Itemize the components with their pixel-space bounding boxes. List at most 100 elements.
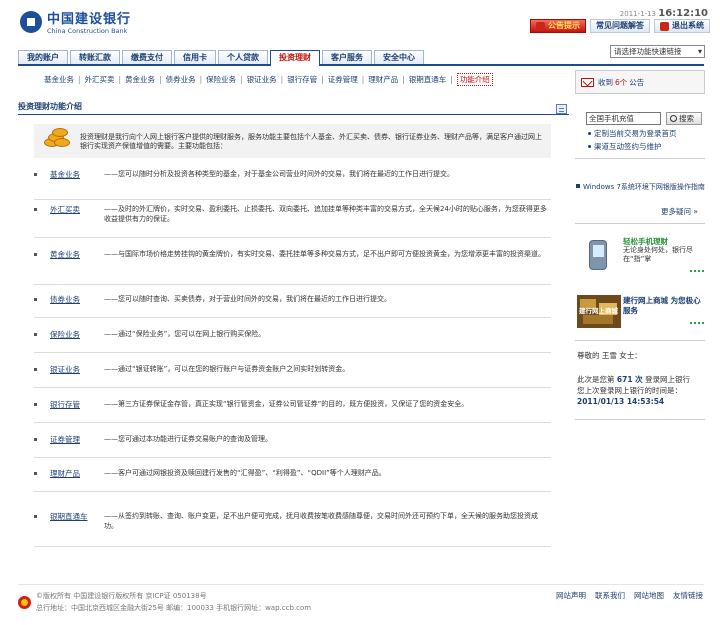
subnav-bank-securities[interactable]: 银证业务 bbox=[247, 74, 277, 85]
main-nav: 我的账户 转账汇款 缴费支付 信用卡 个人贷款 投资理财 客户服务 安全中心 bbox=[18, 50, 704, 66]
service-link-futures[interactable]: 银期直通车 bbox=[50, 511, 88, 522]
subnav-intro[interactable]: 功能介绍 bbox=[456, 73, 493, 86]
footer-link-statement[interactable]: 网站声明 bbox=[556, 590, 586, 601]
service-link-gold[interactable]: 黄金业务 bbox=[50, 249, 80, 260]
sub-nav: 基金业务 | 外汇买卖 | 黄金业务 | 债券业务 | 保险业务 | 银证业务 | 银行存管… bbox=[44, 73, 493, 86]
subnav-wealth-products[interactable]: 理财产品 bbox=[368, 74, 398, 85]
search-input[interactable]: 全国手机充值 bbox=[586, 112, 661, 125]
notice-box[interactable]: 收到 6个 公告 bbox=[575, 70, 705, 94]
tab-personal-loan[interactable]: 个人贷款 bbox=[218, 50, 268, 64]
service-link-bond[interactable]: 债券业务 bbox=[50, 294, 80, 305]
service-desc: ——您可以随时查询、买卖债券，对于营业时间外的交易，我们将在最近的工作日进行提交… bbox=[104, 295, 391, 303]
footer-link-sitemap[interactable]: 网站地图 bbox=[634, 590, 664, 601]
footer-link-friends[interactable]: 友情链接 bbox=[673, 590, 703, 601]
list-item: 理财产品 ——客户可通过网银投资及赎回建行发售的“汇得盈”、“利得盈”、“QDI… bbox=[34, 468, 551, 492]
service-desc: ——第三方证券保证金存管，真正实现“银行管资金，证券公司管证券”的目的，既方便投… bbox=[104, 400, 469, 408]
service-desc: ——您可以随时分析及投资各种类型的基金，对于基金公司营业时间外的交易，我们将在最… bbox=[104, 170, 454, 178]
police-emblem-icon[interactable] bbox=[18, 596, 31, 609]
service-link-bank-securities[interactable]: 银证业务 bbox=[50, 364, 80, 375]
service-link-wealth-products[interactable]: 理财产品 bbox=[50, 468, 80, 479]
subnav-sep: | bbox=[280, 75, 284, 84]
service-desc: ——及时的外汇牌价，实时交易、盈利委托、止损委托、双向委托、追加挂单等种类丰富的… bbox=[104, 205, 547, 223]
subnav-sep: | bbox=[402, 75, 405, 84]
list-item: 证券管理 ——您可通过本功能进行证券交易账户的查询及管理。 bbox=[34, 434, 551, 458]
date: 2011-1-13 bbox=[619, 10, 657, 18]
bullet-icon bbox=[34, 403, 37, 406]
service-desc: ——通过“保险业务”，您可以在网上银行购买保险。 bbox=[104, 330, 266, 338]
time: 16:12:10 bbox=[658, 8, 708, 19]
service-desc: ——通过“银证转账”，可以在您的银行账户与证券资金账户之间实时划转资金。 bbox=[104, 365, 350, 373]
exit-icon bbox=[660, 21, 669, 31]
search-button[interactable]: 搜索 bbox=[666, 112, 702, 125]
login-prefix: 此次是您第 bbox=[577, 375, 615, 384]
promo-desc: 无论身处何处，银行尽在“指”掌 bbox=[623, 246, 693, 263]
subnav-gold[interactable]: 黄金业务 bbox=[125, 74, 155, 85]
service-link-forex[interactable]: 外汇买卖 bbox=[50, 204, 80, 215]
last-login-label: 您上次登录网上银行的时间是： bbox=[577, 386, 682, 395]
tab-transfer[interactable]: 转账汇款 bbox=[70, 50, 120, 64]
divider bbox=[575, 340, 705, 341]
tab-my-account[interactable]: 我的账户 bbox=[18, 50, 68, 64]
print-icon[interactable] bbox=[556, 104, 567, 114]
logout-button[interactable]: 退出系统 bbox=[654, 19, 710, 33]
list-item: 基金业务 ——您可以随时分析及投资各种类型的基金，对于基金公司营业时间外的交易，… bbox=[34, 169, 551, 200]
subnav-fund[interactable]: 基金业务 bbox=[44, 74, 74, 85]
set-homepage-link[interactable]: 定制当前交易为登录首页 bbox=[588, 128, 677, 139]
bullet-icon bbox=[34, 253, 37, 256]
more-faq-link[interactable]: 更多疑问 » bbox=[661, 206, 698, 217]
footer-link-contact[interactable]: 联系我们 bbox=[595, 590, 625, 601]
mail-icon bbox=[581, 77, 594, 87]
subnav-bond[interactable]: 债券业务 bbox=[166, 74, 196, 85]
news-text: Windows 7系统环境下网银版操作指南 bbox=[583, 183, 705, 191]
channel-signing-link[interactable]: 渠道互动签约与维护 bbox=[588, 141, 662, 152]
logo-en: China Construction Bank bbox=[47, 27, 128, 35]
subnav-sep: | bbox=[159, 75, 162, 84]
online-mall-promo[interactable]: 建行网上商城 建行网上商城 为您极心服务 bbox=[575, 294, 705, 336]
subnav-custody[interactable]: 银行存管 bbox=[287, 74, 317, 85]
list-item: 黄金业务 ——与国际市场价格走势挂钩的黄金牌价，有实时交易、委托挂单等多种交易方… bbox=[34, 249, 551, 285]
bullet-icon bbox=[34, 438, 37, 441]
mobile-phone-icon bbox=[577, 237, 619, 273]
subnav-forex[interactable]: 外汇买卖 bbox=[85, 74, 115, 85]
tab-credit-card[interactable]: 信用卡 bbox=[174, 50, 216, 64]
list-item: 外汇买卖 ——及时的外汇牌价，实时交易、盈利委托、止损委托、双向委托、追加挂单等… bbox=[34, 204, 551, 238]
search-icon bbox=[670, 115, 677, 122]
logo-text: 中国建设银行 China Construction Bank bbox=[47, 8, 131, 35]
more-label: 更多疑问 bbox=[661, 207, 691, 216]
tab-security-center[interactable]: 安全中心 bbox=[374, 50, 424, 64]
mobile-banking-promo[interactable]: 轻松手机理财 无论身处何处，银行尽在“指”掌 bbox=[575, 234, 705, 276]
faq-button[interactable]: 常见问题解答 bbox=[590, 19, 650, 33]
news-link[interactable]: Windows 7系统环境下网银版操作指南 bbox=[576, 182, 705, 192]
footer-links: 网站声明 联系我们 网站地图 友情链接 bbox=[556, 590, 703, 601]
subnav-futures[interactable]: 银期直通车 bbox=[409, 74, 447, 85]
bullet-icon bbox=[588, 145, 591, 148]
ccb-logo[interactable]: 中国建设银行 China Construction Bank bbox=[20, 8, 131, 35]
divider bbox=[575, 223, 705, 224]
subnav-sep: | bbox=[240, 75, 243, 84]
service-desc: ——从签约到转账、查询、账户变更，足不出户便可完成，抚月收费按笔收费感随尊便，交… bbox=[104, 512, 538, 530]
tab-investment[interactable]: 投资理财 bbox=[270, 50, 320, 66]
online-mall-image: 建行网上商城 bbox=[577, 295, 621, 328]
subnav-sep: | bbox=[361, 75, 365, 84]
service-link-fund[interactable]: 基金业务 bbox=[50, 169, 80, 180]
list-item: 银行存管 ——第三方证券保证金存管，真正实现“银行管资金，证券公司管证券”的目的… bbox=[34, 399, 551, 423]
subnav-insurance[interactable]: 保险业务 bbox=[206, 74, 236, 85]
list-item: 银证业务 ——通过“银证转账”，可以在您的银行账户与证券资金账户之间实时划转资金… bbox=[34, 364, 551, 388]
service-link-securities-mgmt[interactable]: 证券管理 bbox=[50, 434, 80, 445]
tab-customer-service[interactable]: 客户服务 bbox=[322, 50, 372, 64]
service-link-insurance[interactable]: 保险业务 bbox=[50, 329, 80, 340]
login-info: 此次是您第 671 次 登录网上银行 您上次登录网上银行的时间是： 2011/0… bbox=[577, 374, 705, 407]
list-item: 保险业务 ——通过“保险业务”，您可以在网上银行购买保险。 bbox=[34, 329, 551, 353]
intro-box: 投资理财是我行向个人网上银行客户提供的理财服务，服务功能主要包括个人基金、外汇买… bbox=[34, 124, 551, 158]
tab-payment[interactable]: 缴费支付 bbox=[122, 50, 172, 64]
announcement-button[interactable]: 公告提示 bbox=[530, 19, 586, 33]
notice-suffix: 公告 bbox=[629, 77, 645, 87]
subnav-securities-mgmt[interactable]: 证券管理 bbox=[328, 74, 358, 85]
bullet-icon bbox=[34, 515, 37, 518]
service-desc: ——客户可通过网银投资及赎回建行发售的“汇得盈”、“利得盈”、“QDII”等个人… bbox=[104, 469, 386, 477]
subnav-sep: | bbox=[321, 75, 324, 84]
notice-prefix: 收到 bbox=[598, 77, 613, 87]
service-link-custody[interactable]: 银行存管 bbox=[50, 399, 80, 410]
ccb-logo-icon bbox=[20, 10, 42, 33]
bullet-icon bbox=[34, 298, 37, 301]
